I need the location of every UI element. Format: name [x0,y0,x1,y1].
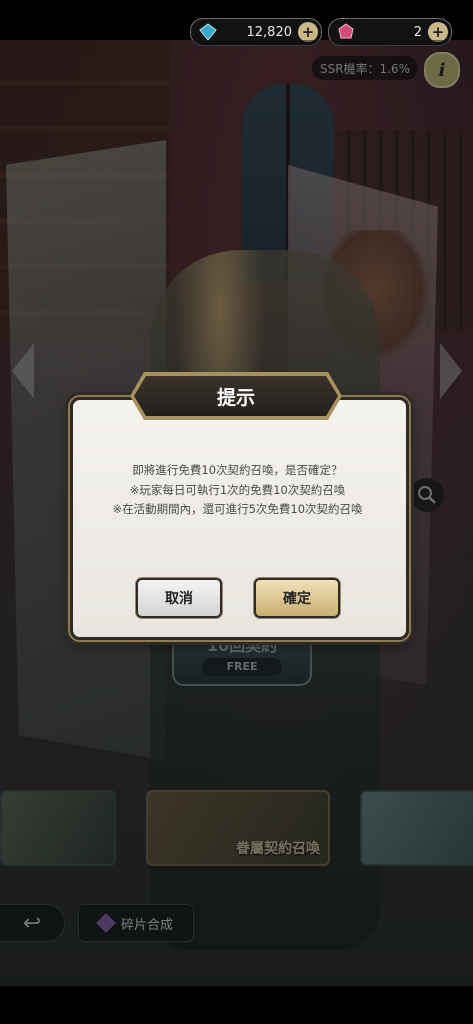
add-tickets-button[interactable]: + [428,22,448,42]
dialog-title: 提示 [134,376,338,416]
gem-count: 12,820 [246,24,293,40]
confirm-button[interactable]: 確定 [254,578,340,618]
gem-icon [199,23,217,41]
dialog-message-line-2: ※玩家每日可執行1次的免費10次契約召喚 [129,483,346,497]
system-navigation-bar [0,986,473,1024]
cancel-button[interactable]: 取消 [136,578,222,618]
ticket-gem-icon [338,23,354,39]
dialog-message-line-1: 即將進行免費10次契約召喚，是否確定？ [132,463,343,477]
add-gems-button[interactable]: + [298,22,318,42]
dialog-message-line-3: ※在活動期間內，還可進行5次免費10次契約召喚 [112,502,363,516]
ticket-count: 2 [413,24,422,40]
confirm-dialog [70,397,409,640]
